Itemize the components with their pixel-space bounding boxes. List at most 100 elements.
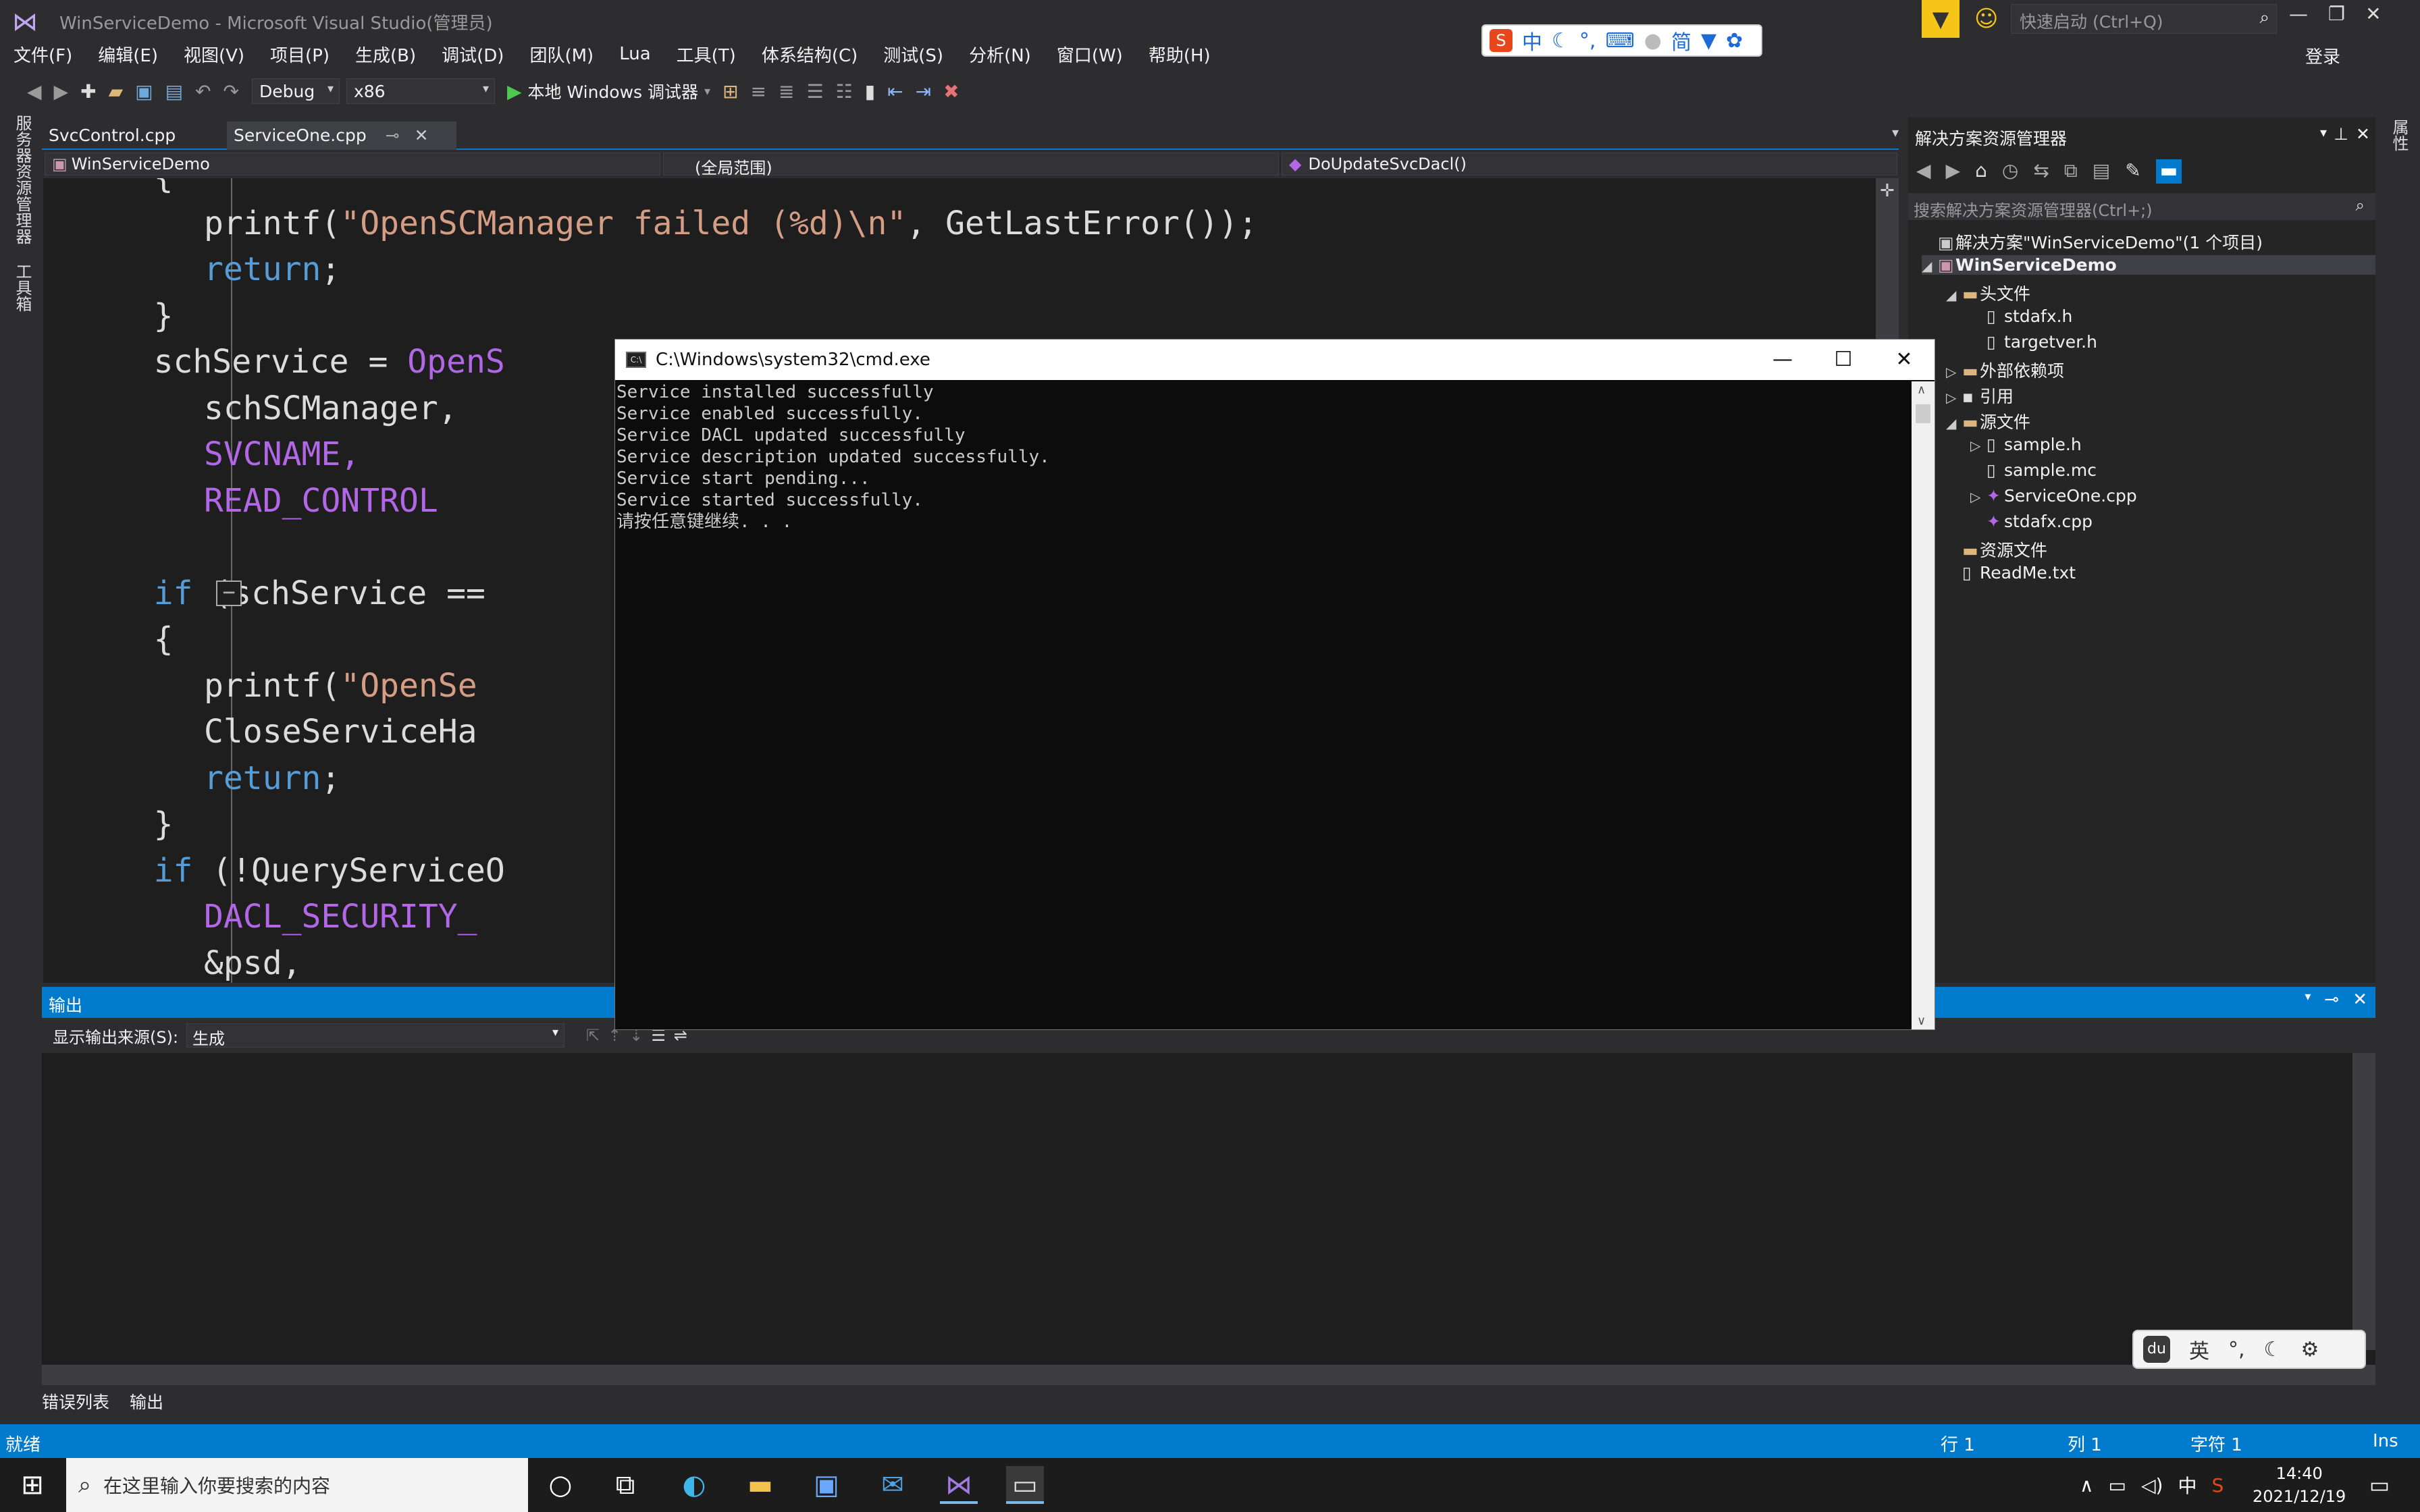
goto-location-icon[interactable]: ⇱ <box>586 1026 600 1045</box>
tab-svccontrol[interactable]: SvcControl.cpp <box>42 122 224 150</box>
close-icon[interactable]: ✕ <box>2352 990 2367 1010</box>
history-icon[interactable]: ◷ <box>2002 159 2018 184</box>
maximize-icon[interactable]: ☐ <box>1813 340 1874 380</box>
tree-item[interactable]: ▯ ReadMe.txt <box>1946 563 2076 583</box>
pin-icon[interactable]: ⊥ <box>2334 124 2348 144</box>
cmd-console-output[interactable]: Service installed successfully Service e… <box>616 381 1912 1029</box>
close-icon[interactable]: ✕ <box>1874 340 1935 380</box>
expand-toggle-icon[interactable]: ◢ <box>1946 415 1962 431</box>
chevron-down-icon[interactable]: ▾ <box>2320 124 2327 140</box>
minimize-icon[interactable]: — <box>2289 3 2308 25</box>
task-view-icon[interactable]: ⧉ <box>606 1466 644 1504</box>
tree-item[interactable]: ✦ stdafx.cpp <box>1970 512 2093 531</box>
forward-icon[interactable]: ▶ <box>54 80 69 103</box>
network-icon[interactable]: ▭ <box>2109 1474 2126 1496</box>
clear-bookmarks-icon[interactable]: ✖ <box>943 80 959 103</box>
ime-mode-english[interactable]: 英 <box>2189 1334 2209 1364</box>
tree-item[interactable]: ◢ ▬头文件 <box>1946 281 2030 305</box>
tree-item[interactable]: ▯ stdafx.h <box>1970 306 2072 326</box>
properties-tab[interactable]: 属性 <box>2388 119 2411 151</box>
output-source-select[interactable]: 生成 ▾ <box>186 1023 565 1048</box>
menu-lua[interactable]: Lua <box>619 44 650 64</box>
indent-icon[interactable]: ≡ <box>751 80 766 103</box>
tab-serviceone[interactable]: ServiceOne.cpp ⊸ ✕ <box>227 122 456 150</box>
uncomment-icon[interactable]: ☷ <box>836 80 853 103</box>
tree-item[interactable]: ◢ ▬源文件 <box>1946 409 2030 433</box>
chevron-up-icon[interactable]: ∧ <box>1917 383 1926 397</box>
next-bookmark-icon[interactable]: ⇥ <box>916 80 931 103</box>
close-icon[interactable]: ✕ <box>2356 124 2370 144</box>
split-icon[interactable]: ✛ <box>1880 181 1895 201</box>
tree-item[interactable]: ▯ sample.mc <box>1970 460 2097 480</box>
menu-project[interactable]: 项目(P) <box>270 42 330 67</box>
taskbar-clock[interactable]: 14:40 2021/12/19 <box>2253 1462 2346 1508</box>
minimize-icon[interactable]: — <box>1752 340 1813 380</box>
forward-icon[interactable]: ▶ <box>1946 159 1961 184</box>
home-icon[interactable]: ⌂ <box>1975 159 1987 184</box>
open-file-icon[interactable]: ▰ <box>109 80 124 103</box>
tree-item[interactable]: ▣解决方案"WinServiceDemo"(1 个项目) <box>1922 230 2263 254</box>
mail-icon[interactable]: ✉ <box>874 1466 912 1504</box>
tab-overflow-icon[interactable]: ▾ <box>1892 124 1899 140</box>
tree-item[interactable]: ▷ ▬外部依赖项 <box>1946 358 2064 382</box>
menu-edit[interactable]: 编辑(E) <box>98 42 158 67</box>
output-horizontal-scrollbar[interactable] <box>42 1365 2375 1385</box>
cmd-vertical-scrollbar[interactable]: ∧ ∨ <box>1912 381 1935 1029</box>
visual-studio-taskbar-icon[interactable]: ⋈ <box>940 1466 978 1504</box>
expand-toggle-icon[interactable]: ◢ <box>1946 287 1962 303</box>
filter-notification-icon[interactable]: ▼ <box>1922 0 1959 38</box>
function-nav-select[interactable]: ◆ DoUpdateSvcDacl() <box>1282 153 1897 176</box>
server-explorer-tab[interactable]: 服务器资源管理器 <box>11 115 34 244</box>
sync-icon[interactable]: ⇆ <box>2033 159 2049 184</box>
ime-tray-indicator[interactable]: 中 <box>2178 1472 2197 1498</box>
project-nav-select[interactable]: ▣ WinServiceDemo <box>45 153 660 176</box>
baidu-ime-floating-bar[interactable]: du 英 °, ☾ ⚙ <box>2132 1330 2366 1369</box>
menu-team[interactable]: 团队(M) <box>529 42 594 67</box>
back-icon[interactable]: ◀ <box>27 80 42 103</box>
platform-select[interactable]: x86 ▾ <box>346 78 495 104</box>
tab-error-list[interactable]: 错误列表 <box>42 1389 109 1413</box>
menu-build[interactable]: 生成(B) <box>355 42 416 67</box>
menu-test[interactable]: 测试(S) <box>883 42 943 67</box>
close-icon[interactable]: ✕ <box>2365 3 2381 25</box>
tree-item[interactable]: ▷ ▯ sample.h <box>1970 435 2082 454</box>
start-debug-icon[interactable]: ▶ <box>507 80 522 103</box>
save-all-icon[interactable]: ▤ <box>165 80 183 103</box>
comment-icon[interactable]: ☰ <box>806 80 823 103</box>
volume-icon[interactable]: ◁) <box>2141 1474 2163 1496</box>
preview-icon[interactable]: ▬ <box>2155 159 2182 184</box>
tree-item[interactable]: ◢ ▣WinServiceDemo <box>1922 255 2375 275</box>
menu-analyze[interactable]: 分析(N) <box>969 42 1031 67</box>
show-all-files-icon[interactable]: ▤ <box>2093 159 2110 184</box>
tree-item[interactable]: ▬资源文件 <box>1946 537 2047 562</box>
menu-help[interactable]: 帮助(H) <box>1149 42 1211 67</box>
expand-toggle-icon[interactable]: ▷ <box>1946 389 1962 406</box>
scroll-thumb[interactable] <box>1916 404 1930 423</box>
find-in-files-icon[interactable]: ⊞ <box>722 80 738 103</box>
expand-toggle-icon[interactable]: ◢ <box>1922 258 1938 274</box>
collapse-all-icon[interactable]: ⧉ <box>2064 159 2078 184</box>
file-explorer-icon[interactable]: ▬ <box>741 1466 779 1504</box>
chevron-down-icon[interactable]: ▾ <box>2305 990 2311 1010</box>
notification-center-icon[interactable]: ▭ <box>2361 1466 2398 1504</box>
tree-item[interactable]: ▷ ▪ 引用 <box>1946 383 2014 408</box>
back-icon[interactable]: ◀ <box>1916 159 1931 184</box>
collapse-toggle-icon[interactable]: − <box>216 580 242 606</box>
cmd-taskbar-icon[interactable]: ▭ <box>1006 1466 1044 1504</box>
restore-icon[interactable]: ❐ <box>2328 3 2345 25</box>
bookmark-icon[interactable]: ▮ <box>865 80 875 103</box>
cmd-window[interactable]: C:\ C:\Windows\system32\cmd.exe — ☐ ✕ Se… <box>614 339 1935 1030</box>
save-icon[interactable]: ▣ <box>135 80 153 103</box>
chevron-down-icon[interactable]: ∨ <box>1917 1014 1926 1028</box>
moon-icon[interactable]: ☾ <box>2264 1338 2282 1361</box>
store-icon[interactable]: ▣ <box>808 1466 845 1504</box>
login-link[interactable]: 登录 <box>2305 43 2340 68</box>
cmd-title-bar[interactable]: C:\ C:\Windows\system32\cmd.exe — ☐ ✕ <box>615 340 1935 380</box>
menu-view[interactable]: 视图(V) <box>184 42 244 67</box>
sogou-tray-icon[interactable]: S <box>2211 1474 2224 1496</box>
new-project-icon[interactable]: ✚ <box>80 80 96 103</box>
scope-nav-select[interactable]: (全局范围) <box>663 153 1279 178</box>
pin-icon[interactable]: ⊸ <box>386 126 400 145</box>
taskbar-search-box[interactable]: ⌕ 在这里输入你要搜索的内容 <box>66 1458 528 1512</box>
properties-icon[interactable]: ✎ <box>2125 159 2140 184</box>
